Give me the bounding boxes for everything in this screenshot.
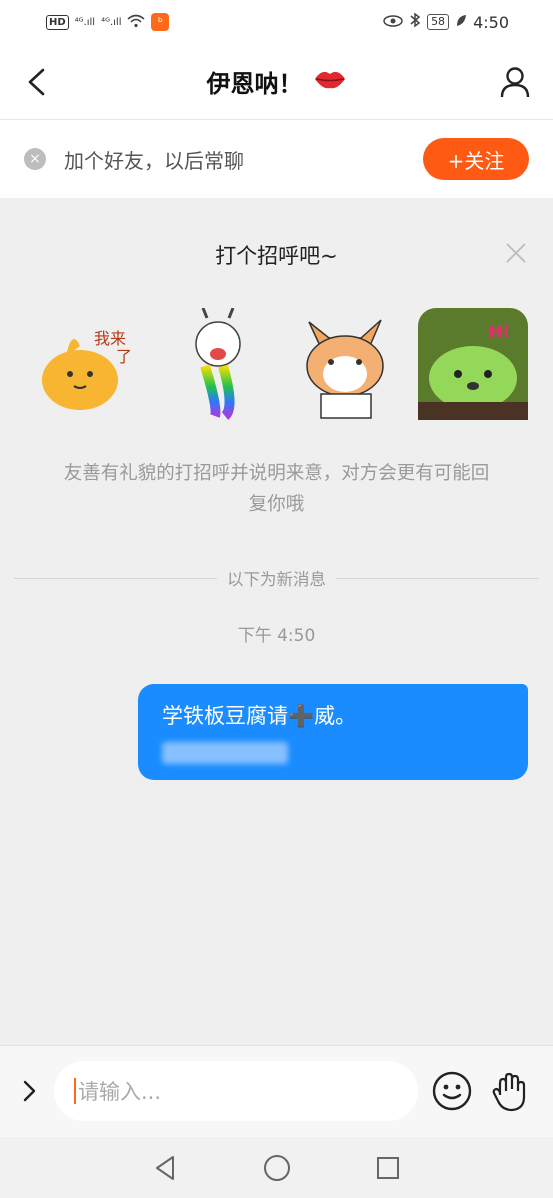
triangle-back-icon: [155, 1155, 174, 1180]
battery-indicator: 58: [427, 14, 450, 30]
new-messages-label: 以下为新消息: [227, 570, 326, 589]
status-right: 58 4:50: [383, 12, 509, 32]
dismiss-friend-bar-icon[interactable]: ×: [24, 148, 46, 170]
chat-header: 伊恩呐！: [0, 44, 553, 120]
text-caret: [74, 1078, 76, 1104]
message-input[interactable]: 请输入...: [54, 1061, 418, 1121]
leaf-icon: [455, 13, 467, 32]
wifi-icon: [127, 13, 146, 32]
bluetooth-icon: [409, 12, 421, 32]
green-bear-sticker[interactable]: Hi: [417, 308, 528, 420]
rainbow-rabbit-sticker[interactable]: [163, 308, 273, 420]
signal-icon: ⁴ᴳ.ıll: [74, 16, 96, 28]
cat-sticker[interactable]: 我来 了: [36, 308, 146, 420]
nav-home-button[interactable]: [260, 1151, 294, 1185]
greeting-title: 打个招呼吧~: [215, 244, 338, 268]
cat-sticker-text: 我来: [94, 329, 126, 348]
nav-recents-button[interactable]: [371, 1151, 405, 1185]
greeting-close-button[interactable]: [503, 240, 529, 266]
emoji-icon: [432, 1071, 472, 1111]
message-bubble[interactable]: 学铁板豆腐请➕威。: [138, 684, 528, 780]
square-recents-icon: [376, 1156, 399, 1179]
divider-line-left: [14, 577, 217, 579]
nav-back-button[interactable]: [149, 1151, 183, 1185]
profile-button[interactable]: [495, 62, 535, 102]
add-friend-bar: × 加个好友，以后常聊 +关注: [0, 120, 553, 198]
new-messages-divider: 以下为新消息: [14, 566, 539, 590]
greeting-tip: 友善有礼貌的打招呼并说明来意，对方会更有可能回复你哦: [63, 463, 490, 515]
hd-badge: HD: [46, 14, 69, 30]
follow-button[interactable]: +关注: [423, 138, 529, 180]
message-timestamp: 下午 4:50: [237, 626, 316, 646]
expand-button[interactable]: [14, 1076, 44, 1106]
add-friend-text: 加个好友，以后常聊: [64, 148, 244, 173]
corgi-sticker[interactable]: [291, 308, 401, 420]
green-bear-sticker-text: Hi: [488, 322, 509, 343]
close-icon: [506, 243, 526, 263]
status-time: 4:50: [473, 12, 509, 32]
sticker-row: 我来 了 Hi: [36, 306, 528, 422]
signal-icon-2: ⁴ᴳ.ıll: [101, 16, 122, 28]
system-navbar: [0, 1137, 553, 1198]
app-notification-icon: ᵇ: [151, 13, 170, 31]
emoji-button[interactable]: [430, 1069, 474, 1113]
svg-text:了: 了: [116, 347, 132, 366]
input-bar: 请输入...: [0, 1045, 553, 1137]
message-text: 学铁板豆腐请➕威。: [162, 704, 357, 728]
chat-title: 伊恩呐！: [0, 64, 553, 99]
status-left: HD ⁴ᴳ.ıll ⁴ᴳ.ıll ᵇ: [46, 13, 170, 32]
chevron-right-icon: [23, 1080, 36, 1102]
status-bar: HD ⁴ᴳ.ıll ⁴ᴳ.ıll ᵇ 58 4:50: [0, 0, 553, 44]
circle-home-icon: [263, 1154, 290, 1181]
blurred-content: [162, 742, 288, 764]
wave-button[interactable]: [488, 1069, 534, 1115]
lips-icon: [313, 66, 347, 98]
divider-line-right: [336, 577, 539, 579]
message-input-placeholder: 请输入...: [78, 1080, 162, 1104]
eye-icon: [383, 13, 403, 32]
waving-hand-icon: [492, 1072, 526, 1112]
contact-name: 伊恩呐！: [206, 70, 303, 98]
person-icon: [500, 67, 530, 98]
